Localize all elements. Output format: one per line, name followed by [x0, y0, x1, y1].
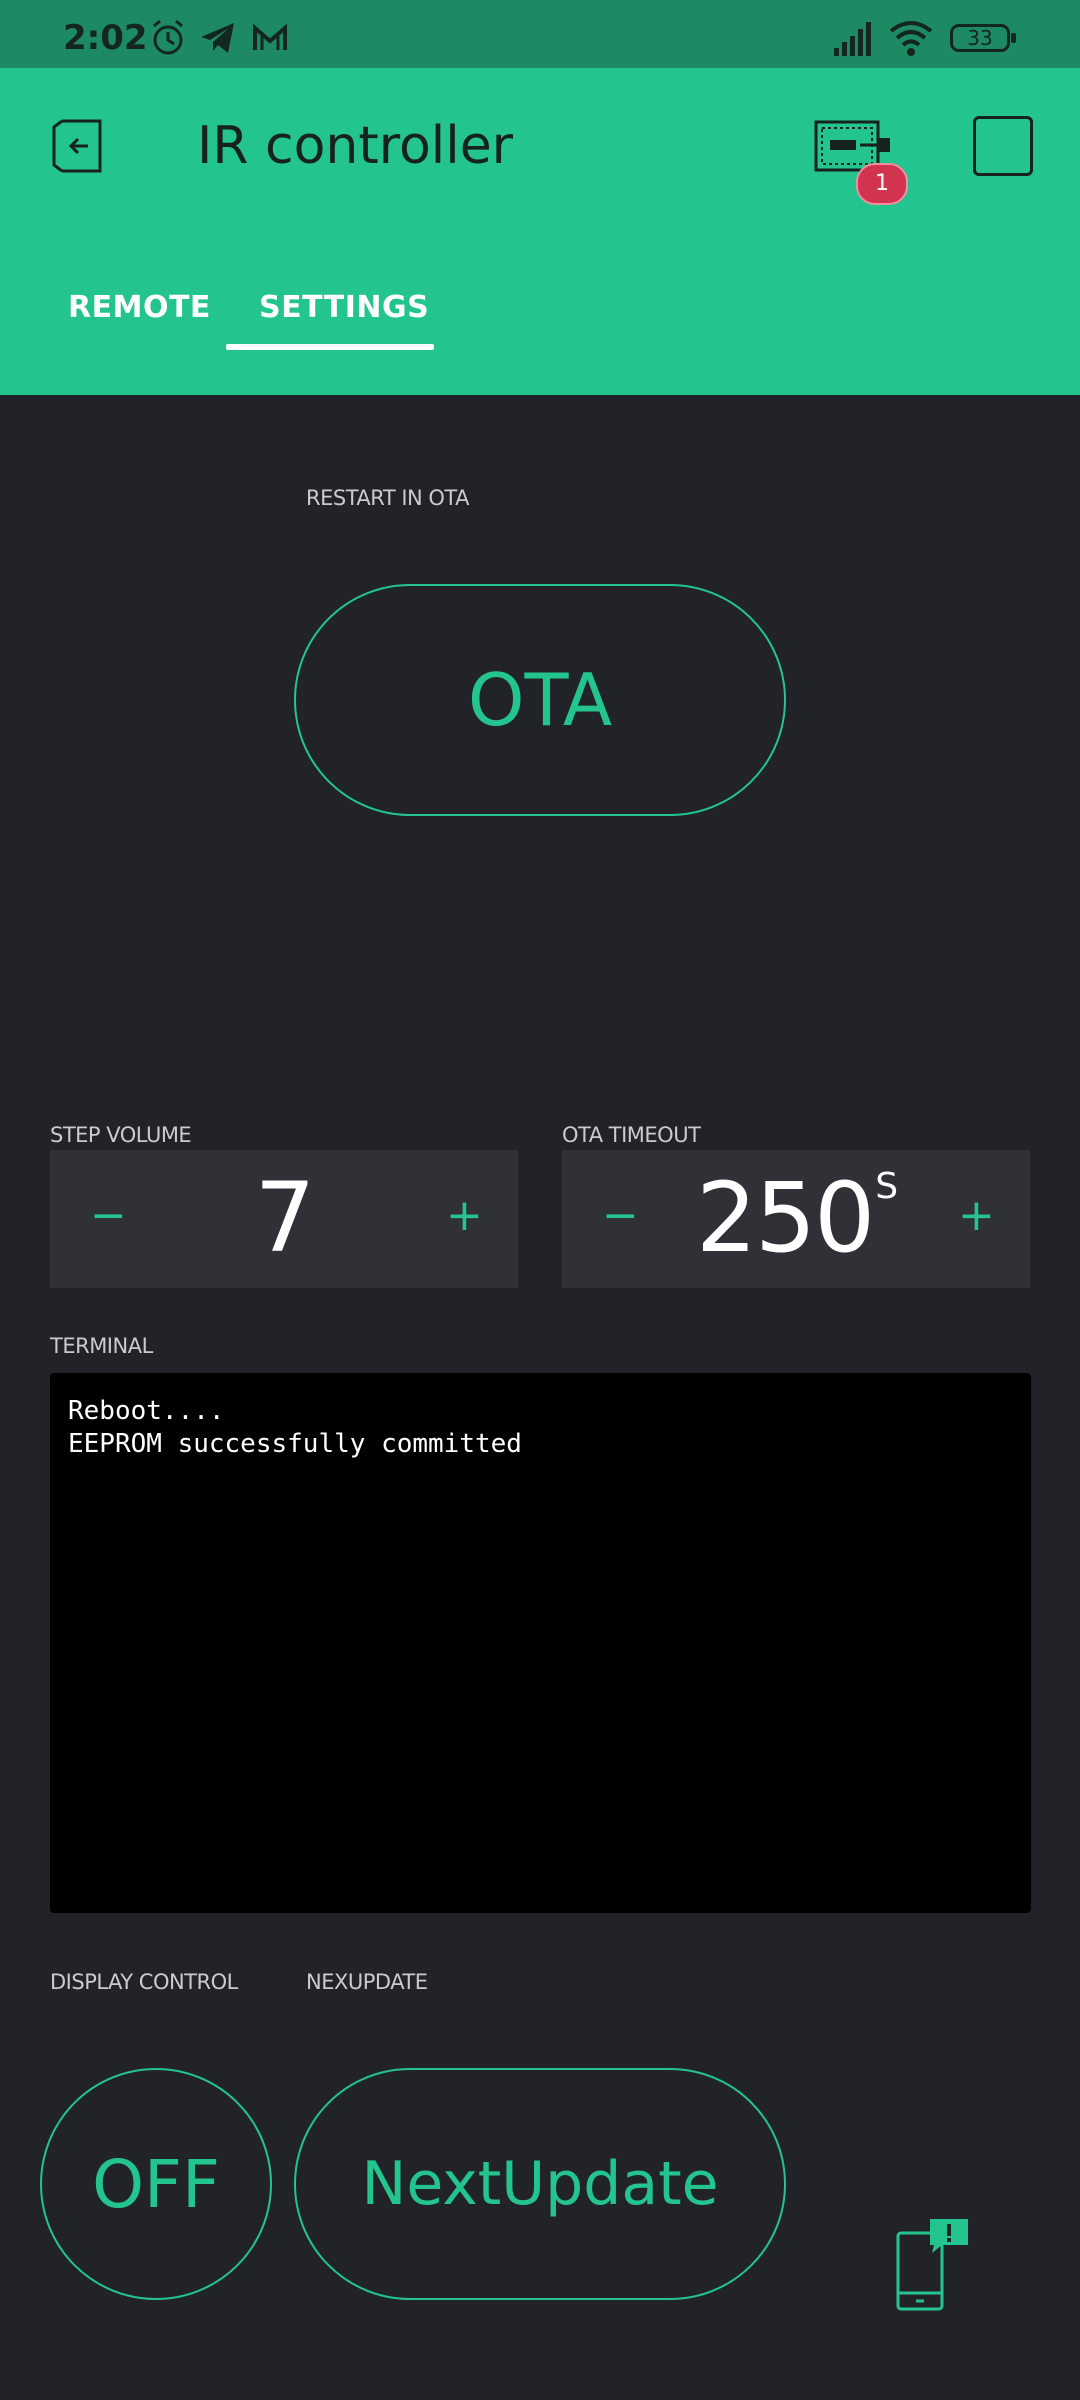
ota-timeout-plus-button[interactable]: + — [958, 1190, 995, 1241]
step-volume-plus-button[interactable]: + — [446, 1190, 483, 1241]
battery-level: 33 — [967, 26, 993, 50]
app-bar: IR controller 1 REMOTE SETTINGS — [0, 68, 1080, 395]
nextupdate-label: NextUpdate — [361, 2149, 719, 2219]
terminal-line: Reboot.... — [68, 1396, 225, 1426]
tab-remote[interactable]: REMOTE — [68, 290, 211, 325]
restart-label: RESTART IN OTA — [306, 486, 470, 510]
status-time: 2:02 — [63, 18, 148, 58]
gmail-icon — [253, 23, 287, 50]
step-volume-stepper: − 7 + — [50, 1150, 518, 1288]
tab-indicator — [226, 344, 434, 350]
display-control-label: DISPLAY CONTROL — [50, 1970, 238, 1994]
ota-timeout-value: 250 — [695, 1162, 875, 1274]
signal-icon — [834, 22, 871, 56]
battery-tip — [1011, 33, 1016, 43]
ota-timeout-unit: S — [875, 1166, 898, 1207]
alarm-icon — [153, 19, 183, 55]
wifi-icon — [889, 21, 933, 56]
ota-timeout-label: OTA TIMEOUT — [562, 1123, 701, 1147]
square-button[interactable] — [973, 116, 1033, 176]
nextupdate-button[interactable]: NextUpdate — [294, 2068, 786, 2300]
ota-button[interactable]: OTA — [294, 584, 786, 816]
tab-settings[interactable]: SETTINGS — [259, 290, 429, 325]
ota-timeout-stepper: − 250S + — [562, 1150, 1030, 1288]
exit-icon[interactable] — [44, 113, 110, 179]
terminal-label: TERMINAL — [50, 1334, 153, 1358]
step-volume-label: STEP VOLUME — [50, 1123, 192, 1147]
device-badge: 1 — [856, 163, 908, 205]
display-off-button[interactable]: OFF — [40, 2068, 272, 2300]
app-title: IR controller — [197, 116, 514, 176]
status-bar: 2:02 33 — [0, 0, 1080, 68]
phone-notification-icon[interactable] — [890, 2215, 974, 2315]
display-off-label: OFF — [92, 2145, 220, 2223]
terminal-line: EEPROM successfully committed — [68, 1429, 522, 1459]
ota-button-label: OTA — [467, 658, 613, 742]
telegram-icon — [201, 23, 234, 53]
battery-icon: 33 — [950, 24, 1010, 52]
nexupdate-label: NEXUPDATE — [306, 1970, 428, 1994]
terminal-output[interactable]: Reboot.... EEPROM successfully committed — [50, 1373, 1031, 1913]
